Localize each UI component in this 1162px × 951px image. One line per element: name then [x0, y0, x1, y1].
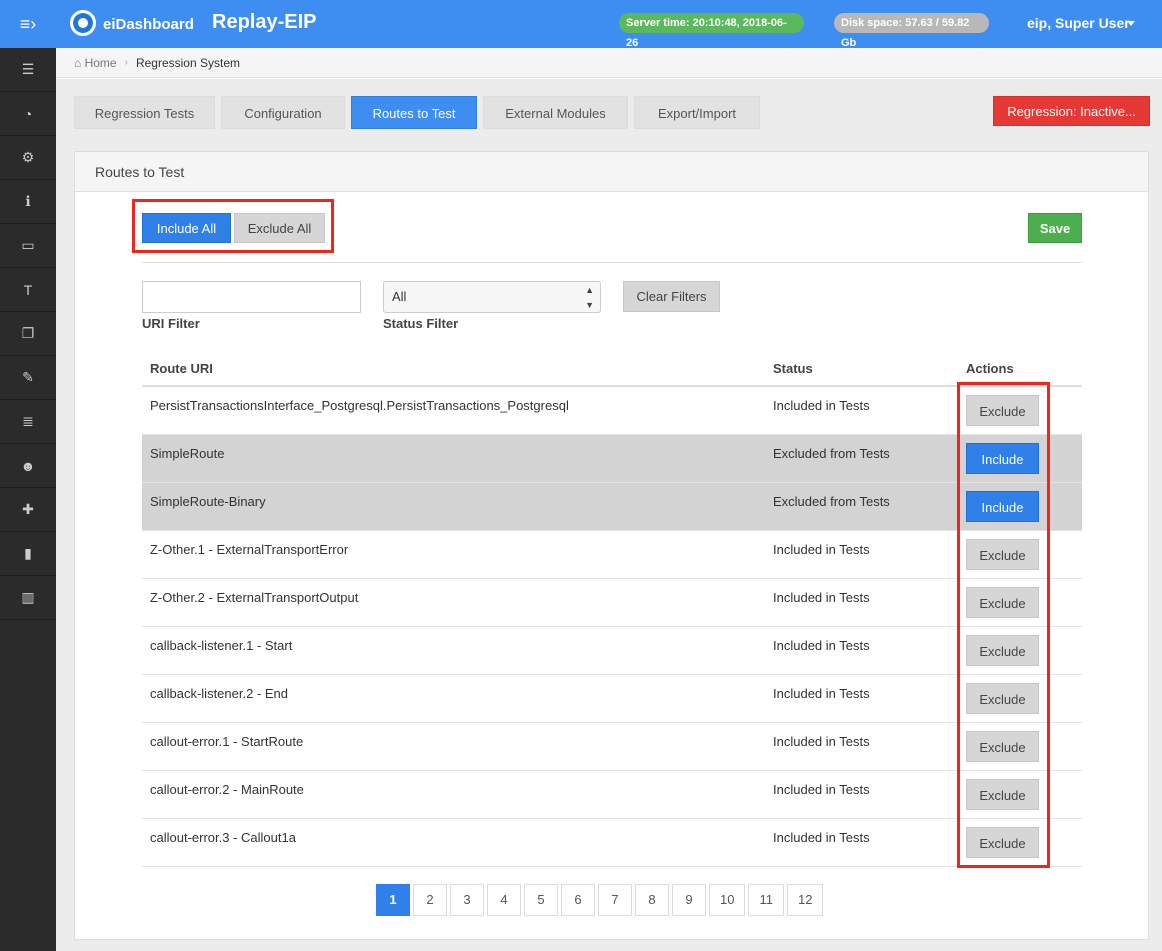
bar-chart-icon[interactable]: ▥ — [0, 576, 56, 620]
route-status: Included in Tests — [773, 686, 870, 701]
table-row: SimpleRoute-Binary Excluded from Tests Inc… — [142, 483, 1082, 531]
uri-filter-label: URI Filter — [142, 316, 200, 331]
cogs-icon[interactable]: ⚙ — [0, 136, 56, 180]
route-status: Included in Tests — [773, 734, 870, 749]
copy-icon[interactable]: ❐ — [0, 312, 56, 356]
clear-filters-button[interactable]: Clear Filters — [623, 281, 720, 312]
page-11-button[interactable]: 11 — [748, 884, 784, 916]
chevron-down-icon[interactable] — [1127, 21, 1135, 26]
route-status: Included in Tests — [773, 398, 870, 413]
breadcrumb-current: Regression System — [135, 55, 240, 70]
breadcrumb-home-label[interactable]: Home — [85, 56, 117, 70]
file-icon[interactable]: ▮ — [0, 532, 56, 576]
divider — [142, 262, 1082, 263]
route-uri: callout-error.1 - StartRoute — [150, 734, 304, 749]
table-row: callback-listener.1 - Start Included in T… — [142, 627, 1082, 675]
column-header-route-uri: Route URI — [150, 361, 213, 376]
page-12-button[interactable]: 12 — [786, 884, 824, 916]
server-icon[interactable]: ☰ — [0, 48, 56, 92]
route-status: Excluded from Tests — [773, 446, 890, 461]
page-10-button[interactable]: 10 — [709, 884, 746, 916]
highlight-box-actions — [957, 382, 1050, 868]
user-menu[interactable]: eip, Super User — [1027, 15, 1130, 31]
list-icon[interactable]: ≣ — [0, 400, 56, 444]
page-7-button[interactable]: 7 — [598, 884, 632, 916]
chevron-right-icon: › — [124, 57, 128, 68]
tab-configuration[interactable]: Configuration — [221, 96, 345, 129]
uri-filter-input[interactable] — [142, 281, 361, 313]
route-status: Excluded from Tests — [773, 494, 890, 509]
app-title: Replay-EIP — [212, 11, 317, 33]
route-uri: callout-error.2 - MainRoute — [150, 782, 304, 797]
select-arrows-icon: ▲ ▼ — [585, 285, 594, 310]
disk-space-badge: Disk space: 57.63 / 59.82 Gb — [834, 13, 989, 49]
dashboard-icon[interactable]: ◔ — [0, 92, 56, 136]
route-uri: callback-listener.2 - End — [150, 686, 289, 701]
breadcrumb-home[interactable]: ⌂ Home — [74, 56, 117, 70]
page-2-button[interactable]: 2 — [413, 884, 447, 916]
top-bar: eiDashboard Replay-EIP Server time: 20:1… — [56, 0, 1162, 49]
pagination: 1 2 3 4 5 6 7 8 9 10 11 12 — [376, 884, 826, 916]
route-status: Included in Tests — [773, 830, 870, 845]
page-4-button[interactable]: 4 — [487, 884, 521, 916]
status-filter-select[interactable]: All ▲ ▼ — [383, 281, 601, 313]
regression-status-button[interactable]: Regression: Inactive... — [993, 96, 1150, 126]
panel-title: Routes to Test — [75, 152, 1148, 192]
tab-routes-to-test[interactable]: Routes to Test — [351, 96, 477, 129]
route-uri: Z-Other.1 - ExternalTransportError — [150, 542, 349, 557]
status-filter-label: Status Filter — [383, 316, 459, 331]
route-status: Included in Tests — [773, 590, 870, 605]
info-icon[interactable]: ℹ — [0, 180, 56, 224]
text-icon[interactable]: T — [0, 268, 56, 312]
save-button[interactable]: Save — [1028, 213, 1082, 243]
menu-toggle-icon[interactable]: ≡› — [0, 0, 56, 48]
route-status: Included in Tests — [773, 542, 870, 557]
column-header-status: Status — [773, 361, 813, 376]
route-uri: SimpleRoute — [150, 446, 225, 461]
page-1-button[interactable]: 1 — [376, 884, 410, 916]
table-row: callout-error.2 - MainRoute Included in T… — [142, 771, 1082, 819]
table-row: callback-listener.2 - End Included in Tes… — [142, 675, 1082, 723]
page-9-button[interactable]: 9 — [672, 884, 706, 916]
table-row: callout-error.1 - StartRoute Included in … — [142, 723, 1082, 771]
sidebar: ≡› ☰ ◔ ⚙ ℹ ▭ T ❐ ✎ ≣ ☻ ✚ ▮ ▥ — [0, 0, 56, 951]
route-uri: callback-listener.1 - Start — [150, 638, 293, 653]
users-icon[interactable]: ☻ — [0, 444, 56, 488]
table-row: SimpleRoute Excluded from Tests Include — [142, 435, 1082, 483]
table-row: callout-error.3 - Callout1a Included in T… — [142, 819, 1082, 867]
tab-external-modules[interactable]: External Modules — [483, 96, 628, 129]
page-8-button[interactable]: 8 — [635, 884, 669, 916]
route-uri: Z-Other.2 - ExternalTransportOutput — [150, 590, 359, 605]
table-row: Z-Other.2 - ExternalTransportOutput Inclu… — [142, 579, 1082, 627]
route-uri: SimpleRoute-Binary — [150, 494, 266, 509]
home-icon: ⌂ — [74, 55, 82, 70]
table-row: PersistTransactionsInterface_Postgresql.… — [142, 387, 1082, 435]
page-3-button[interactable]: 3 — [450, 884, 484, 916]
brand-name[interactable]: eiDashboard — [103, 16, 194, 33]
server-time-badge: Server time: 20:10:48, 2018-06-26 — [619, 13, 804, 49]
route-status: Included in Tests — [773, 782, 870, 797]
status-filter-value: All — [392, 289, 407, 304]
logo-icon — [70, 10, 96, 36]
include-all-button[interactable]: Include All — [142, 213, 231, 243]
edit-icon[interactable]: ✎ — [0, 356, 56, 400]
route-uri: PersistTransactionsInterface_Postgresql.… — [150, 398, 569, 413]
exclude-all-button[interactable]: Exclude All — [234, 213, 325, 243]
table-row: Z-Other.1 - ExternalTransportError Includ… — [142, 531, 1082, 579]
page-6-button[interactable]: 6 — [561, 884, 595, 916]
puzzle-icon[interactable]: ✚ — [0, 488, 56, 532]
route-uri: callout-error.3 - Callout1a — [150, 830, 296, 845]
route-status: Included in Tests — [773, 638, 870, 653]
tab-export-import[interactable]: Export/Import — [634, 96, 760, 129]
page-5-button[interactable]: 5 — [524, 884, 558, 916]
tab-regression-tests[interactable]: Regression Tests — [74, 96, 215, 129]
breadcrumb: ⌂ Home › Regression System — [56, 48, 1162, 78]
column-header-actions: Actions — [966, 361, 1014, 376]
monitor-icon[interactable]: ▭ — [0, 224, 56, 268]
